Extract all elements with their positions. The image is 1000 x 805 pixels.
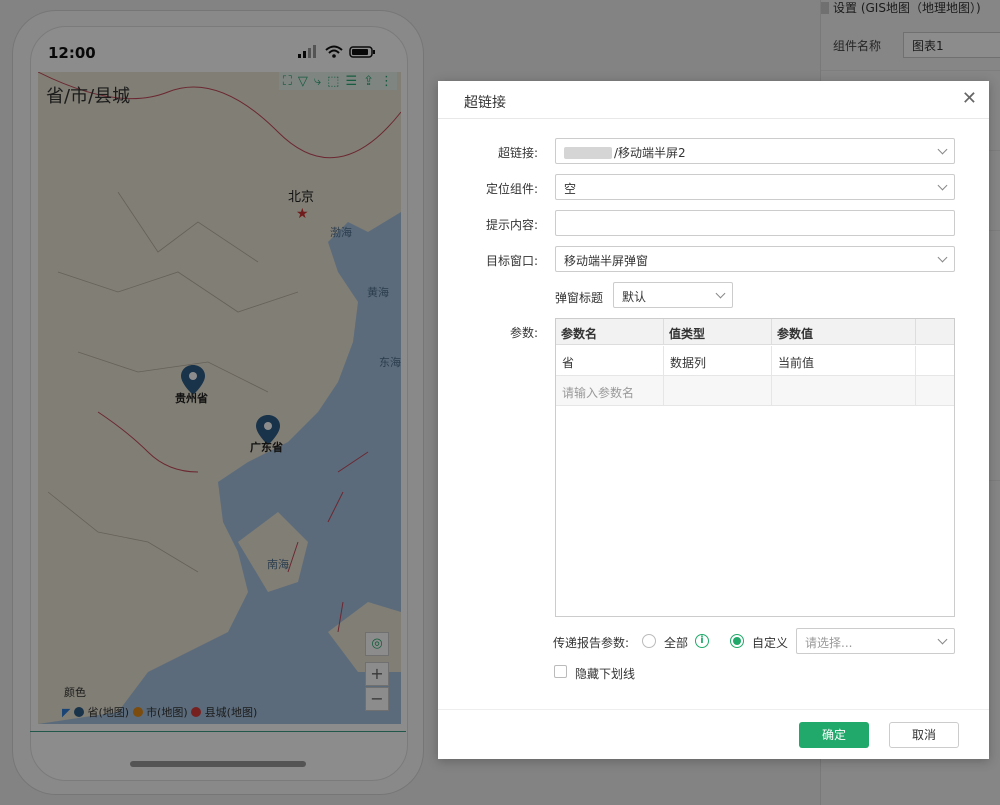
params-label: 参数: [509, 326, 538, 340]
target-window-select[interactable]: 移动端半屏弹窗 [555, 246, 955, 272]
hyperlink-label: 超链接: [497, 146, 538, 160]
params-table: 参数名 值类型 参数值 省 数据列 当前值 请输入参数名 [555, 318, 955, 617]
table-cell [772, 376, 916, 406]
locate-component-label: 定位组件: [485, 182, 538, 196]
table-cell [664, 376, 772, 406]
param-name-input[interactable]: 请输入参数名 [556, 376, 664, 406]
table-cell[interactable]: 省 [556, 346, 664, 376]
radio-all-label: 全部 [664, 636, 689, 650]
tip-content-label: 提示内容: [485, 218, 538, 232]
info-icon[interactable]: i [695, 634, 709, 648]
custom-params-select[interactable]: 请选择... [796, 628, 955, 654]
confirm-button[interactable]: 确定 [799, 722, 869, 748]
column-header: 参数名 [556, 319, 664, 345]
chevron-down-icon [937, 634, 948, 645]
popup-title-label: 弹窗标题 [555, 291, 604, 305]
table-cell[interactable]: 数据列 [664, 346, 772, 376]
cancel-button[interactable]: 取消 [889, 722, 959, 748]
chevron-down-icon [937, 180, 948, 191]
locate-component-select[interactable]: 空 [555, 174, 955, 200]
radio-all[interactable] [642, 634, 656, 648]
hyperlink-select[interactable]: /移动端半屏2 [555, 138, 955, 164]
radio-custom-label: 自定义 [752, 636, 789, 650]
dialog-footer: 确定 取消 [438, 709, 989, 759]
target-window-label: 目标窗口: [485, 254, 538, 268]
popup-title-select[interactable]: 默认 [613, 282, 733, 308]
column-header: 值类型 [664, 319, 772, 345]
close-icon[interactable]: ✕ [962, 89, 977, 109]
chevron-down-icon [937, 144, 948, 155]
hide-underline-checkbox[interactable] [554, 665, 567, 678]
pass-params-label: 传递报告参数: [553, 636, 630, 650]
column-header-actions [916, 319, 954, 345]
chevron-down-icon [715, 288, 726, 299]
column-header: 参数值 [772, 319, 916, 345]
radio-custom[interactable] [730, 634, 744, 648]
redacted-path [564, 147, 612, 159]
chevron-down-icon [937, 252, 948, 263]
hyperlink-dialog: 超链接 ✕ 超链接: /移动端半屏2 定位组件: 空 提示内容: 目标窗口: 移… [438, 81, 989, 759]
tip-content-input[interactable] [555, 210, 955, 236]
table-cell [916, 346, 954, 376]
dialog-header: 超链接 ✕ [438, 81, 989, 119]
table-cell[interactable]: 当前值 [772, 346, 916, 376]
table-cell [916, 376, 954, 406]
dialog-title: 超链接 [464, 95, 506, 111]
hide-underline-label: 隐藏下划线 [575, 667, 636, 681]
